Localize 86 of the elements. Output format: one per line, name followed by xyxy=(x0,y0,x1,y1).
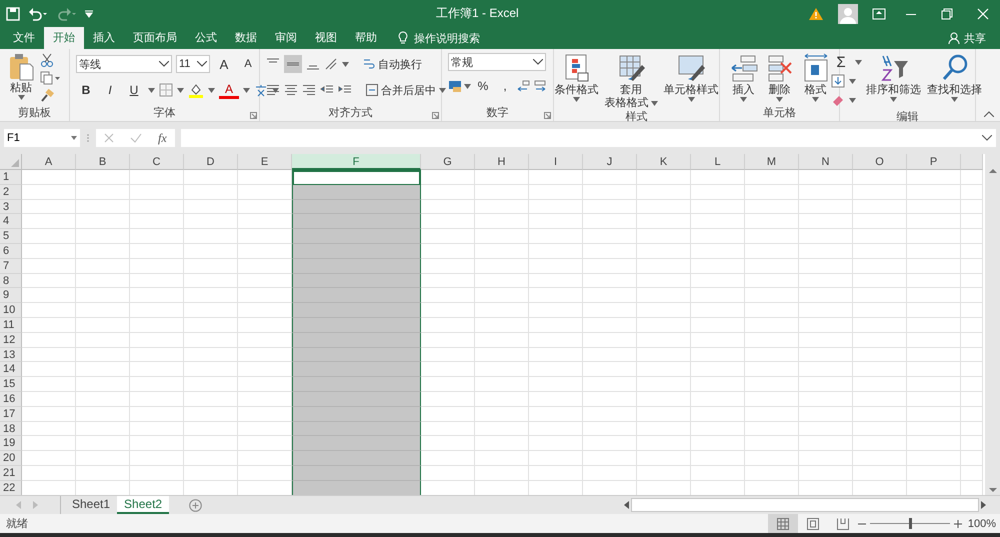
ribbon-tab[interactable]: 视图 xyxy=(306,27,346,49)
row-header[interactable]: 15 xyxy=(0,377,22,392)
row-header[interactable]: 10 xyxy=(0,303,22,318)
column-header[interactable]: G xyxy=(421,154,475,170)
row-header[interactable]: 19 xyxy=(0,436,22,452)
group-label: 样式 xyxy=(624,110,648,125)
underline-button[interactable]: U xyxy=(124,81,144,99)
group-label: 单元格 xyxy=(762,106,797,121)
row-header[interactable]: 13 xyxy=(0,348,22,362)
row-header[interactable]: 9 xyxy=(0,288,22,304)
group-label: 对齐方式 xyxy=(328,106,374,121)
merge-center-button[interactable]: 合并后居中 xyxy=(366,82,446,98)
row-header[interactable]: 14 xyxy=(0,362,22,378)
column-header[interactable]: A xyxy=(22,154,76,170)
column-header[interactable]: N xyxy=(799,154,853,170)
ribbon-tab[interactable]: 开始 xyxy=(44,27,84,49)
column-header[interactable]: H xyxy=(475,154,529,170)
comma-button[interactable]: , xyxy=(495,77,515,95)
row-header[interactable]: 17 xyxy=(0,406,22,422)
column-header[interactable]: L xyxy=(691,154,745,170)
bold-button[interactable]: B xyxy=(76,81,96,99)
row-header[interactable]: 18 xyxy=(0,422,22,436)
ribbon-tab[interactable]: 审阅 xyxy=(266,27,306,49)
ribbon-tab[interactable]: 文件 xyxy=(4,27,44,49)
column-header[interactable]: F xyxy=(292,154,421,170)
ribbon-button[interactable]: 删除 xyxy=(762,53,796,105)
group-label: 字体 xyxy=(152,106,176,121)
percent-button[interactable]: % xyxy=(473,77,493,95)
column-header[interactable]: M xyxy=(745,154,799,170)
group-label: 数字 xyxy=(486,106,510,121)
row-header[interactable]: 21 xyxy=(0,466,22,481)
column-header[interactable]: D xyxy=(184,154,238,170)
share-button[interactable]: 共享 xyxy=(948,27,986,49)
column-header[interactable]: I xyxy=(529,154,583,170)
window-title: 工作簿1 - Excel xyxy=(436,5,520,22)
font-color-button[interactable]: A xyxy=(219,82,239,98)
row-header[interactable]: 4 xyxy=(0,214,22,230)
column-header[interactable]: J xyxy=(583,154,637,170)
name-box[interactable]: F1 xyxy=(4,129,80,147)
column-header[interactable]: O xyxy=(853,154,907,170)
ribbon-button[interactable]: 条件格式 xyxy=(552,53,600,109)
italic-button[interactable]: I xyxy=(100,81,120,99)
column-header[interactable]: B xyxy=(76,154,130,170)
column-header[interactable]: C xyxy=(130,154,184,170)
ribbon-tab[interactable]: 插入 xyxy=(84,27,124,49)
row-header[interactable]: 2 xyxy=(0,184,22,200)
ribbon-button[interactable]: 查找和选择 xyxy=(925,53,984,109)
tell-me-search[interactable]: 操作说明搜索 xyxy=(398,27,480,49)
row-header[interactable]: 6 xyxy=(0,244,22,259)
row-header[interactable]: 20 xyxy=(0,451,22,466)
font-size-field[interactable]: 11 xyxy=(176,55,210,73)
number-format-field[interactable]: 常规 xyxy=(448,53,546,71)
column-header[interactable]: E xyxy=(238,154,292,170)
ribbon-button[interactable]: 插入 xyxy=(726,53,760,105)
sheet-tab[interactable]: Sheet1 xyxy=(65,496,118,514)
ribbon-button[interactable]: 格式 xyxy=(798,53,832,105)
increase-font-button[interactable]: A xyxy=(214,55,234,73)
decrease-font-button[interactable]: A xyxy=(238,55,258,73)
ribbon-tab[interactable]: 数据 xyxy=(226,27,266,49)
wrap-text-button[interactable]: 自动换行 xyxy=(363,56,422,72)
row-header[interactable]: 8 xyxy=(0,274,22,288)
group-label: 编辑 xyxy=(896,110,920,125)
row-header[interactable]: 5 xyxy=(0,229,22,244)
ribbon-tab[interactable]: 页面布局 xyxy=(124,27,186,49)
row-header[interactable]: 1 xyxy=(0,170,22,185)
row-header[interactable]: 16 xyxy=(0,392,22,407)
paste-button[interactable]: 粘贴 xyxy=(6,53,36,105)
row-header[interactable]: 7 xyxy=(0,258,22,274)
column-header[interactable]: P xyxy=(907,154,961,170)
autosum-button[interactable]: Σ xyxy=(831,53,851,71)
ribbon-button[interactable]: 单元格样式 xyxy=(662,53,720,109)
ribbon-button[interactable]: 排序和筛选 xyxy=(864,53,923,109)
ribbon-button[interactable]: 套用 表格格式 xyxy=(602,53,660,109)
ribbon-tab[interactable]: 公式 xyxy=(186,27,226,49)
row-header[interactable]: 12 xyxy=(0,332,22,348)
insert-function-button[interactable]: fx xyxy=(158,130,167,146)
row-header[interactable]: 11 xyxy=(0,318,22,333)
group-label: 剪贴板 xyxy=(17,106,52,121)
status-text: 就绪 xyxy=(6,517,28,531)
font-name-field[interactable]: 等线 xyxy=(76,55,172,73)
row-header[interactable]: 3 xyxy=(0,200,22,214)
column-header[interactable]: K xyxy=(637,154,691,170)
ribbon-tab[interactable]: 帮助 xyxy=(346,27,386,49)
sheet-tab[interactable]: Sheet2 xyxy=(117,496,170,514)
zoom-level: 100% xyxy=(968,518,996,530)
row-header[interactable]: 22 xyxy=(0,480,22,495)
